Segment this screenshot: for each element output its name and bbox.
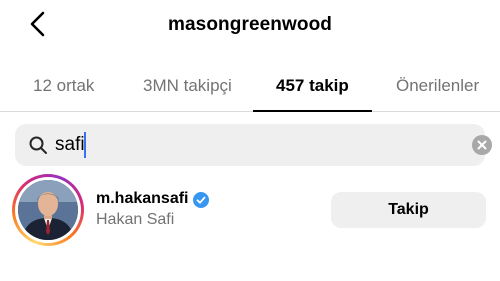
clear-search-button[interactable] <box>472 135 492 155</box>
profile-title: masongreenwood <box>168 14 332 35</box>
follow-button[interactable]: Takip <box>331 192 486 228</box>
text-caret <box>84 132 86 158</box>
result-full-name: Hakan Safi <box>96 211 175 228</box>
clear-icon <box>477 140 487 150</box>
active-tab-indicator <box>253 110 372 112</box>
list-item[interactable]: m.hakansafi Hakan Safi Takip <box>0 172 500 248</box>
tab-bar: 12 ortak 3MN takipçi 457 takip Önerilenl… <box>0 68 500 112</box>
verified-badge-icon <box>193 192 209 208</box>
header: masongreenwood <box>0 0 500 52</box>
search-icon <box>29 136 47 154</box>
result-username[interactable]: m.hakansafi <box>96 190 188 208</box>
tab-followers[interactable]: 3MN takipçi <box>143 76 232 96</box>
avatar-photo <box>18 180 78 240</box>
avatar <box>18 180 78 240</box>
tab-following[interactable]: 457 takip <box>276 76 349 96</box>
story-ring[interactable] <box>12 174 84 246</box>
search-input[interactable] <box>55 131 435 159</box>
tab-suggested[interactable]: Önerilenler <box>396 76 479 96</box>
tab-mutual[interactable]: 12 ortak <box>33 76 94 96</box>
